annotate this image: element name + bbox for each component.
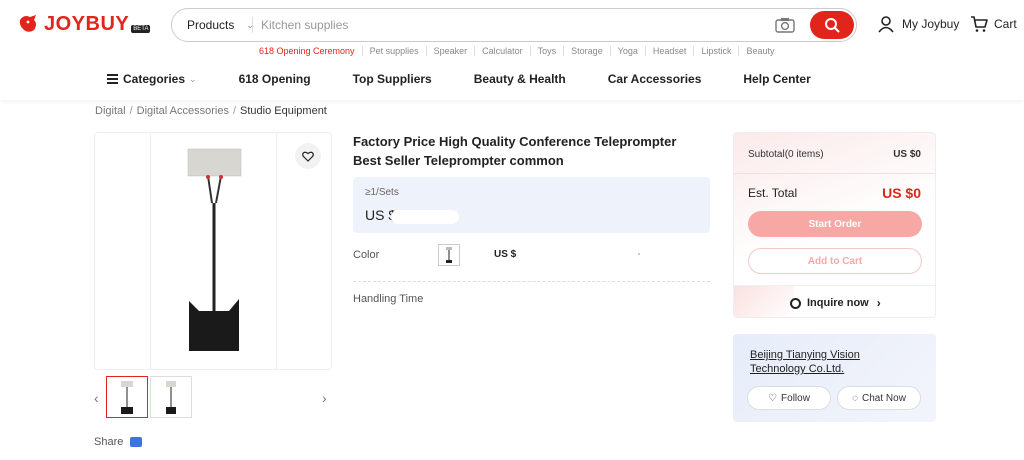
search-category-label: Products [187,18,235,32]
main-nav: Categories ⌄ 618 Opening Top Suppliers B… [107,72,853,86]
my-joybuy-link[interactable]: My Joybuy [877,15,959,33]
chat-now-button[interactable]: ◌ Chat Now [837,386,921,410]
add-to-cart-button[interactable]: Add to Cart [748,248,922,274]
my-joybuy-label: My Joybuy [902,17,960,31]
subtotal-label: Subtotal(0 items) [748,149,824,160]
cart-label: Cart [994,17,1017,31]
color-option[interactable] [438,244,460,266]
section-divider [353,281,710,282]
thumbnail-image[interactable] [150,376,192,418]
hot-search-item[interactable]: Yoga [609,46,645,56]
heart-icon [302,151,314,162]
user-icon [878,16,894,33]
cart-link[interactable]: Cart [970,15,1017,33]
logo-text: JOYBUY [44,12,130,35]
dog-logo-icon [16,12,42,36]
est-total-row: Est. Total US $0 [748,185,921,201]
hot-search-item[interactable]: Pet supplies [361,46,426,56]
hot-search-item[interactable]: Speaker [425,46,475,56]
hot-searches: 618 Opening Ceremony Pet supplies Speake… [259,46,781,56]
start-order-button[interactable]: Start Order [748,211,922,237]
color-option-thumbnail [446,247,452,263]
product-title: Factory Price High Quality Conference Te… [353,134,677,168]
heart-icon: ♡ [768,392,778,404]
nav-car-accessories[interactable]: Car Accessories [608,72,702,86]
thumbnail-image[interactable] [106,376,148,418]
color-label: Color [353,249,380,261]
breadcrumb-current: Studio Equipment [240,105,327,117]
hot-search-item[interactable]: Toys [529,46,564,56]
min-order-quantity: ≥1/Sets [365,187,399,198]
share-label: Share [94,436,124,448]
chevron-right-icon[interactable]: › [322,390,327,406]
search-button[interactable] [810,11,854,39]
est-total-label: Est. Total [748,186,798,200]
quantity-placeholder [638,253,640,255]
supplier-card: Beijing Tianying Vision Technology Co.Lt… [733,334,936,422]
inquire-label: Inquire now [807,297,869,309]
joybuy-logo[interactable]: JOYBUY BETA [16,12,151,36]
order-divider [734,173,935,174]
nav-label: Top Suppliers [352,72,432,86]
price-panel: ≥1/Sets US $ [353,177,710,233]
hot-search-item[interactable]: 618 Opening Ceremony [259,46,362,56]
subtotal-value: US $0 [893,149,921,160]
follow-label: Follow [781,392,810,404]
share-row: Share [94,436,143,448]
teleprompter-image [187,148,242,351]
order-card: Subtotal(0 items) US $0 Est. Total US $0… [733,132,936,318]
nav-categories[interactable]: Categories ⌄ [107,72,197,86]
chat-icon: ◌ [852,392,859,404]
color-price: US $ [494,249,517,260]
search-bar: Products ⌄ [171,8,857,42]
camera-icon[interactable] [774,17,796,33]
inquire-now-button[interactable]: Inquire now › [790,296,881,310]
follow-button[interactable]: ♡ Follow [747,386,831,410]
nav-label: 618 Opening [238,72,311,86]
share-icon[interactable] [130,437,143,447]
nav-label: Beauty & Health [473,72,566,86]
nav-label: Car Accessories [607,72,702,86]
handling-time-label: Handling Time [353,293,424,305]
teleprompter-thumbnail [166,381,176,414]
subtotal-row: Subtotal(0 items) US $0 [748,149,921,160]
hot-search-item[interactable]: Storage [563,46,610,56]
favorite-button[interactable] [295,143,321,169]
chevron-left-icon[interactable]: ‹ [94,390,99,406]
hot-search-item[interactable]: Headset [644,46,694,56]
hot-search-item[interactable]: Lipstick [693,46,738,56]
inquire-section: Inquire now › [734,285,935,317]
chat-bubble-icon [790,297,801,309]
est-total-value: US $0 [882,185,921,201]
top-header: JOYBUY BETA Products ⌄ 618 Opening Cerem… [0,0,1024,100]
thumbnail-strip: ‹ › [94,376,332,420]
nav-label: Help Center [743,72,811,86]
product-main-image[interactable] [94,132,332,370]
breadcrumb: Digital / Digital Accessories / Studio Equip… [95,105,327,117]
search-input[interactable] [253,18,774,32]
breadcrumb-separator: / [129,105,133,117]
menu-icon [107,72,118,86]
nav-618-opening[interactable]: 618 Opening [239,72,311,86]
nav-top-suppliers[interactable]: Top Suppliers [353,72,432,86]
chat-label: Chat Now [862,392,906,404]
search-category-select[interactable]: Products ⌄ [172,18,254,32]
chevron-down-icon: ⌄ [189,73,197,84]
nav-help-center[interactable]: Help Center [743,72,810,86]
breadcrumb-item[interactable]: Digital Accessories [137,105,229,117]
breadcrumb-separator: / [232,105,237,117]
search-icon [825,18,840,33]
breadcrumb-item[interactable]: Digital [95,105,126,117]
hot-search-item[interactable]: Beauty [738,46,781,56]
supplier-name-link[interactable]: Beijing Tianying Vision Technology Co.Lt… [750,348,890,376]
teleprompter-thumbnail [121,381,133,414]
hot-search-item[interactable]: Calculator [474,46,530,56]
inquire-decoration [734,286,794,317]
nav-label: Categories [123,72,186,86]
chevron-right-icon: › [876,296,881,310]
cart-icon [971,16,988,32]
beta-badge: BETA [131,25,151,33]
nav-beauty-health[interactable]: Beauty & Health [474,72,566,86]
price-hidden-placeholder [391,210,459,224]
